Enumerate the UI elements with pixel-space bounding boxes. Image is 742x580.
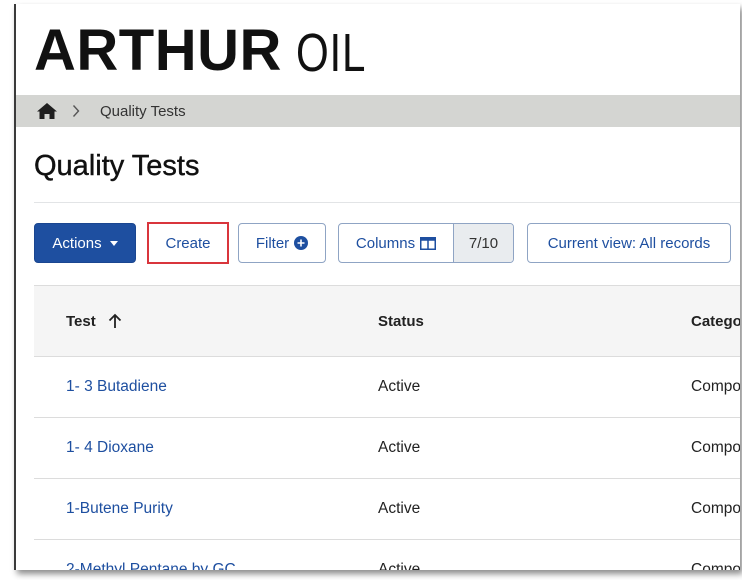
status-cell: Active — [378, 439, 421, 456]
breadcrumb-current: Quality Tests — [100, 102, 186, 120]
column-header-test-label: Test — [66, 312, 96, 330]
caret-down-icon — [109, 241, 118, 246]
columns-button[interactable]: Columns 7/10 — [338, 223, 514, 263]
filter-button-label: Filter — [255, 234, 290, 252]
plus-circle-icon — [294, 236, 309, 250]
columns-count-badge: 7/10 — [454, 224, 513, 262]
create-button[interactable]: Create — [147, 222, 229, 264]
status-cell: Active — [378, 500, 421, 517]
column-header-category[interactable]: Category — [691, 286, 740, 356]
create-button-label: Create — [165, 234, 211, 252]
brand-name-bold: ARTHUR — [34, 18, 282, 83]
actions-button[interactable]: Actions — [34, 223, 136, 263]
columns-icon — [420, 236, 437, 250]
column-header-status[interactable]: Status — [378, 286, 424, 356]
current-view-button[interactable]: Current view: All records — [527, 223, 731, 263]
status-cell: Active — [378, 561, 421, 570]
breadcrumb: Quality Tests — [16, 95, 740, 127]
arrow-up-icon[interactable] — [108, 313, 122, 329]
brand-name-light: OIL — [295, 23, 367, 83]
table-row: 2-Methyl Pentane by GC Active Component — [34, 540, 740, 570]
test-link[interactable]: 1-Butene Purity — [66, 479, 173, 539]
chevron-right-icon — [72, 104, 82, 118]
category-cell: Component — [691, 439, 740, 456]
test-link[interactable]: 1- 3 Butadiene — [66, 357, 167, 417]
columns-button-label: Columns — [355, 234, 416, 252]
table-row: 1-Butene Purity Active Component — [34, 479, 740, 540]
actions-button-label: Actions — [52, 234, 102, 252]
title-divider — [34, 202, 740, 203]
filter-button[interactable]: Filter — [238, 223, 326, 263]
current-view-label: Current view: All records — [547, 234, 711, 252]
status-cell: Active — [378, 378, 421, 395]
test-link[interactable]: 1- 4 Dioxane — [66, 418, 154, 478]
app-window: ARTHUR OIL Quality Tests Quality Tests A… — [14, 4, 740, 570]
column-header-test[interactable]: Test — [66, 286, 122, 356]
home-icon[interactable] — [36, 101, 58, 121]
columns-button-main[interactable]: Columns — [339, 224, 454, 262]
test-link[interactable]: 2-Methyl Pentane by GC — [66, 540, 236, 570]
page-title: Quality Tests — [34, 150, 200, 182]
quality-tests-table: Test Status Category 1- 3 Butadiene Acti… — [34, 285, 740, 570]
category-cell: Component — [691, 378, 740, 395]
category-cell: Component — [691, 500, 740, 517]
brand-logo: ARTHUR OIL — [34, 18, 386, 83]
table-row: 1- 4 Dioxane Active Component — [34, 418, 740, 479]
table-row: 1- 3 Butadiene Active Component — [34, 357, 740, 418]
table-header: Test Status Category — [34, 285, 740, 357]
category-cell: Component — [691, 561, 740, 570]
